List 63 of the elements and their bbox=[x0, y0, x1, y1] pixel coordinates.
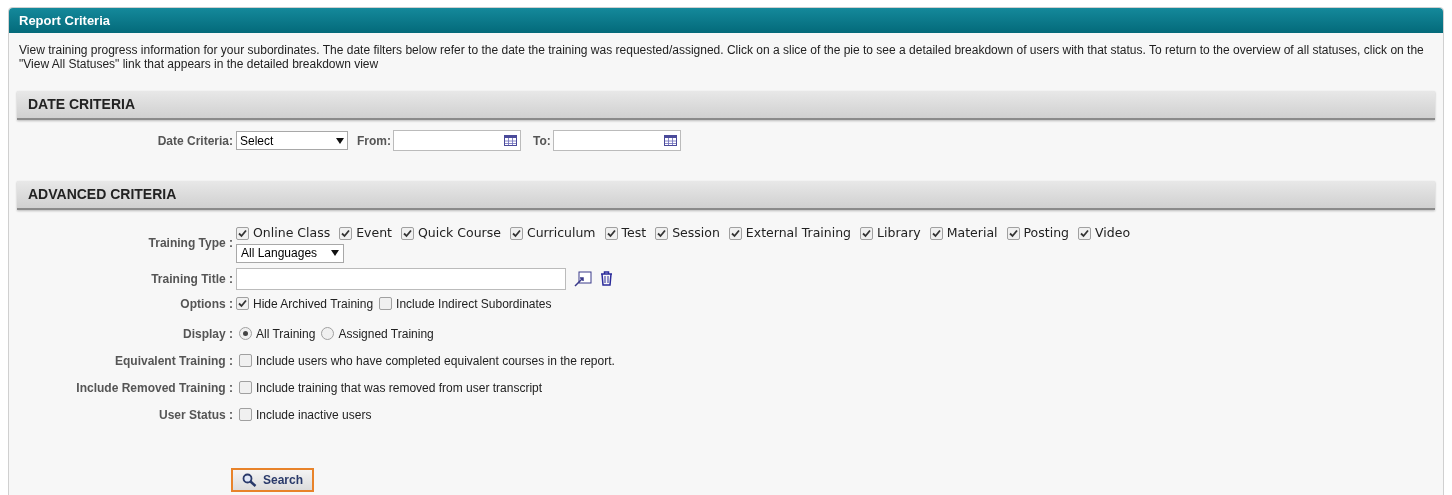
checkbox[interactable] bbox=[239, 408, 252, 422]
field-label: Date Criteria: bbox=[157, 132, 233, 150]
checkbox[interactable] bbox=[1006, 226, 1020, 240]
checkbox[interactable] bbox=[1078, 226, 1091, 240]
checkbox-label: Session bbox=[672, 224, 720, 242]
field-label: Options : bbox=[180, 295, 233, 313]
checkbox[interactable] bbox=[509, 226, 523, 240]
section-header: DATE CRITERIA bbox=[17, 91, 1435, 120]
calendar-icon[interactable] bbox=[663, 135, 677, 146]
radio-label: Assigned Training bbox=[338, 325, 434, 343]
lookup-icon[interactable] bbox=[574, 270, 592, 287]
search-button[interactable]: Search bbox=[231, 467, 315, 492]
checkbox-label: Video bbox=[1095, 224, 1131, 242]
caret-icon bbox=[336, 137, 344, 144]
caret-icon bbox=[331, 250, 339, 257]
checkbox[interactable] bbox=[379, 297, 393, 311]
checkbox[interactable] bbox=[236, 297, 249, 311]
checkbox-label: Include users who have completed equivalent courses in the report. bbox=[256, 352, 615, 370]
radio-button[interactable] bbox=[239, 327, 252, 341]
field-label: Include Removed Training : bbox=[76, 379, 233, 397]
language-dropdown[interactable]: All Languages bbox=[236, 243, 344, 263]
checkbox-label: Quick Course bbox=[418, 224, 501, 242]
checkbox[interactable] bbox=[655, 226, 669, 240]
checkbox-label: Include inactive users bbox=[256, 406, 372, 424]
section-header: ADVANCED CRITERIA bbox=[17, 181, 1435, 210]
radio-button[interactable] bbox=[321, 327, 335, 341]
panel-title: Report Criteria bbox=[9, 8, 1443, 33]
checkbox-label: External Training bbox=[745, 224, 852, 242]
description-text: View training progress information for your subordinates. The date filters below refer to the date the training was requested/assigned. Click on a slice of the pie to see a detailed breakdown of users with that status. To return to the overview of all statuses, click on the "View All Statuses" link that appears in the detailed breakdown view bbox=[18, 42, 1425, 71]
field-label: Training Type : bbox=[148, 235, 233, 253]
checkbox[interactable] bbox=[860, 226, 874, 240]
field-label: Training Title : bbox=[151, 270, 233, 288]
training-title-field[interactable] bbox=[236, 267, 566, 290]
field-label: User Status : bbox=[158, 406, 233, 424]
checkbox-label: Material bbox=[946, 224, 998, 242]
field-label: Display : bbox=[183, 325, 233, 343]
checkbox[interactable] bbox=[929, 226, 943, 240]
from-date-field[interactable] bbox=[393, 130, 521, 151]
checkbox-label: Posting bbox=[1023, 224, 1069, 242]
checkbox[interactable] bbox=[339, 226, 353, 240]
to-date-field[interactable] bbox=[552, 130, 681, 151]
checkbox-label: Include Indirect Subordinates bbox=[396, 295, 552, 313]
checkbox-label: Library bbox=[877, 224, 921, 242]
trash-icon[interactable] bbox=[600, 271, 613, 287]
field-label: Equivalent Training : bbox=[115, 352, 233, 370]
checkbox-label: Hide Archived Training bbox=[253, 295, 374, 313]
field-label: From: bbox=[357, 132, 391, 150]
checkbox[interactable] bbox=[604, 226, 618, 240]
checkbox-label: Include training that was removed from user transcript bbox=[256, 379, 543, 397]
field-label: To: bbox=[533, 132, 551, 150]
checkbox[interactable] bbox=[728, 226, 742, 240]
calendar-icon[interactable] bbox=[504, 135, 517, 146]
date-criteria-dropdown[interactable]: Select bbox=[236, 131, 348, 150]
checkbox[interactable] bbox=[239, 381, 252, 395]
checkbox-label: Online Class bbox=[253, 224, 331, 242]
checkbox-label: Curriculum bbox=[526, 224, 596, 242]
checkbox[interactable] bbox=[401, 226, 414, 240]
search-icon bbox=[242, 472, 257, 487]
checkbox[interactable] bbox=[239, 354, 252, 368]
checkbox[interactable] bbox=[236, 226, 249, 240]
checkbox-label: Test bbox=[621, 224, 647, 242]
checkbox-label: Event bbox=[356, 224, 392, 242]
radio-label: All Training bbox=[256, 325, 316, 343]
